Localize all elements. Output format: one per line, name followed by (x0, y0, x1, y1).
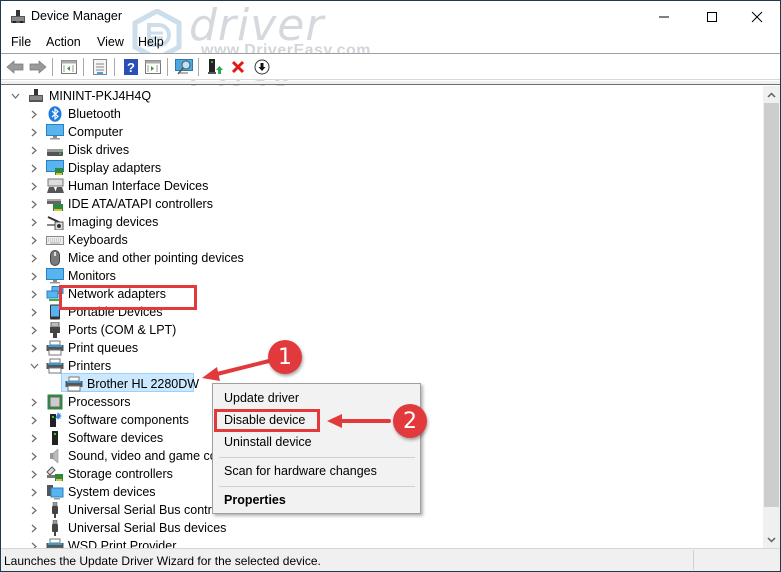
device-manager-window: Device Manager driver easy www.DriverEas… (0, 0, 781, 572)
annotation-arrows (202, 359, 391, 428)
annotation-arrow-2 (327, 414, 391, 428)
annotation-badge-2: 2 (393, 404, 427, 438)
annotation-badge-1: 1 (268, 340, 302, 374)
annotation-arrow-1 (202, 359, 271, 381)
